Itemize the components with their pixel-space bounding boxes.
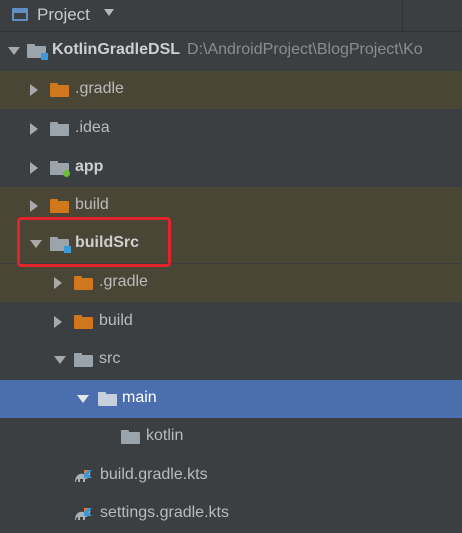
project-window-icon bbox=[12, 8, 28, 21]
android-module-folder-icon bbox=[50, 161, 70, 177]
tree-item-src[interactable]: src bbox=[0, 341, 462, 379]
annotation-highlight-box bbox=[17, 217, 171, 267]
tree-item-main[interactable]: main bbox=[0, 380, 462, 418]
expand-arrow-icon[interactable] bbox=[8, 47, 20, 55]
excluded-folder-icon bbox=[50, 83, 69, 97]
tree-item-root-project[interactable]: KotlinGradleDSL D:\AndroidProject\BlogPro… bbox=[0, 32, 462, 70]
tree-item-label: kotlin bbox=[146, 427, 184, 444]
tree-item-label: build bbox=[99, 312, 133, 329]
tree-item-label: .gradle bbox=[99, 273, 148, 290]
chevron-down-icon[interactable] bbox=[104, 9, 114, 16]
collapse-arrow-icon[interactable] bbox=[54, 316, 62, 328]
tree-item-build-gradle-kts[interactable]: build.gradle.kts bbox=[0, 457, 462, 495]
collapse-arrow-icon[interactable] bbox=[54, 277, 62, 289]
gradle-kotlin-file-icon bbox=[75, 508, 92, 520]
tree-item-buildsrc-build[interactable]: build bbox=[0, 303, 462, 341]
tree-item-label: app bbox=[75, 158, 104, 175]
collapse-arrow-icon[interactable] bbox=[30, 123, 38, 135]
module-folder-icon bbox=[27, 44, 48, 60]
folder-icon bbox=[74, 353, 93, 367]
collapse-arrow-icon[interactable] bbox=[30, 84, 38, 96]
tree-item-label: build.gradle.kts bbox=[100, 466, 208, 483]
tree-item-app[interactable]: app bbox=[0, 149, 462, 187]
project-tool-window-header: Project bbox=[0, 0, 462, 32]
folder-icon bbox=[98, 392, 117, 406]
collapse-arrow-icon[interactable] bbox=[30, 162, 38, 174]
excluded-folder-icon bbox=[74, 276, 93, 290]
tree-item-label: KotlinGradleDSL D:\AndroidProject\BlogPro… bbox=[52, 41, 423, 59]
expand-arrow-icon[interactable] bbox=[54, 356, 66, 364]
tree-item-settings-gradle-kts[interactable]: settings.gradle.kts bbox=[0, 495, 462, 533]
tree-item-label: .idea bbox=[75, 119, 110, 136]
project-name: KotlinGradleDSL bbox=[52, 41, 181, 58]
excluded-folder-icon bbox=[50, 199, 69, 213]
tree-item-idea[interactable]: .idea bbox=[0, 110, 462, 148]
expand-arrow-icon[interactable] bbox=[77, 395, 89, 403]
tree-item-label: main bbox=[122, 389, 157, 406]
folder-icon bbox=[50, 122, 69, 136]
tree-item-kotlin[interactable]: kotlin bbox=[0, 418, 462, 456]
excluded-folder-icon bbox=[74, 315, 93, 329]
tree-item-label: .gradle bbox=[75, 80, 124, 97]
folder-icon bbox=[121, 430, 140, 444]
view-selector-label[interactable]: Project bbox=[37, 5, 90, 25]
tree-item-gradle[interactable]: .gradle bbox=[0, 71, 462, 109]
project-path: D:\AndroidProject\BlogProject\Ko bbox=[187, 41, 423, 58]
tree-item-label: settings.gradle.kts bbox=[100, 504, 229, 521]
tree-item-label: build bbox=[75, 196, 109, 213]
tree-item-buildsrc-gradle[interactable]: .gradle bbox=[0, 264, 462, 302]
divider bbox=[402, 0, 403, 31]
collapse-arrow-icon[interactable] bbox=[30, 200, 38, 212]
tree-item-label: src bbox=[99, 350, 121, 367]
gradle-kotlin-file-icon bbox=[75, 470, 92, 482]
